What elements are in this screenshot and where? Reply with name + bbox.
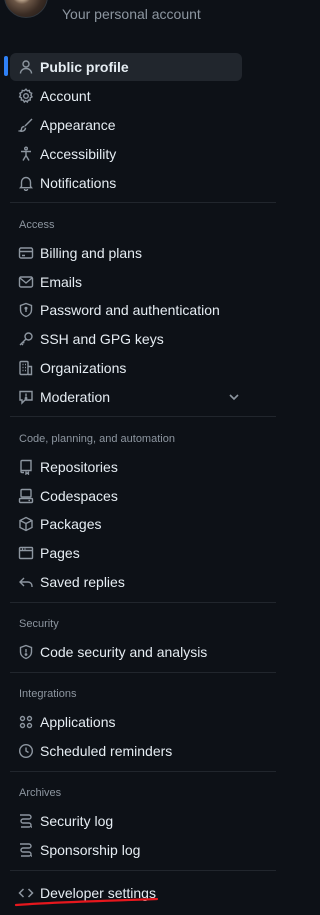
account-subtitle: Your personal account — [62, 6, 201, 22]
nav-label: Password and authentication — [40, 302, 220, 318]
nav-notifications[interactable]: Notifications — [10, 169, 242, 197]
report-icon — [18, 389, 34, 405]
nav-label: Scheduled reminders — [40, 743, 173, 759]
nav-label: Billing and plans — [40, 245, 142, 261]
nav-label: Appearance — [40, 117, 116, 133]
nav-password-auth[interactable]: Password and authentication — [10, 296, 242, 324]
organization-icon — [18, 360, 34, 376]
nav-label: Moderation — [40, 389, 111, 405]
reply-icon — [18, 574, 34, 590]
nav-code-security[interactable]: Code security and analysis — [10, 638, 242, 666]
nav-label: Emails — [40, 274, 83, 290]
nav-organizations[interactable]: Organizations — [10, 354, 242, 382]
section-heading-code: Code, planning, and automation — [19, 433, 175, 445]
clock-icon — [18, 743, 34, 759]
nav-saved-replies[interactable]: Saved replies — [10, 568, 242, 596]
nav-scheduled-reminders[interactable]: Scheduled reminders — [10, 737, 242, 765]
nav-label: Packages — [40, 516, 102, 532]
repo-icon — [18, 459, 34, 475]
nav-label: Organizations — [40, 360, 127, 376]
nav-codespaces[interactable]: Codespaces — [10, 482, 242, 510]
nav-pages[interactable]: Pages — [10, 539, 242, 567]
nav-label: Security log — [40, 813, 114, 829]
paintbrush-icon — [18, 117, 34, 133]
section-heading-integrations: Integrations — [19, 688, 77, 700]
red-underline-annotation — [14, 898, 159, 907]
nav-label: Codespaces — [40, 488, 118, 504]
nav-label: Code security and analysis — [40, 644, 208, 660]
nav-account[interactable]: Account — [10, 82, 242, 110]
package-icon — [18, 516, 34, 532]
gear-icon — [18, 88, 34, 104]
nav-emails[interactable]: Emails — [10, 268, 242, 296]
person-icon — [18, 59, 34, 75]
nav-label: Sponsorship log — [40, 842, 141, 858]
log-icon — [18, 842, 34, 858]
nav-label: Applications — [40, 714, 116, 730]
log-icon — [18, 813, 34, 829]
shield-lock-icon — [18, 302, 34, 318]
nav-label: Notifications — [40, 175, 117, 191]
key-icon — [18, 331, 34, 347]
nav-billing[interactable]: Billing and plans — [10, 239, 242, 267]
section-heading-security: Security — [19, 618, 59, 630]
mail-icon — [18, 274, 34, 290]
codespaces-icon — [18, 488, 34, 504]
accessibility-icon — [18, 146, 34, 162]
avatar[interactable] — [4, 0, 48, 18]
divider — [10, 672, 276, 673]
bell-icon — [18, 175, 34, 191]
nav-label: Accessibility — [40, 146, 117, 162]
nav-label: Pages — [40, 545, 80, 561]
divider — [10, 602, 276, 603]
nav-appearance[interactable]: Appearance — [10, 111, 242, 139]
nav-security-log[interactable]: Security log — [10, 807, 242, 835]
nav-label: Account — [40, 88, 91, 104]
nav-ssh-gpg[interactable]: SSH and GPG keys — [10, 325, 242, 353]
section-heading-access: Access — [19, 219, 55, 231]
nav-label: Public profile — [40, 59, 129, 75]
divider — [10, 416, 276, 417]
nav-accessibility[interactable]: Accessibility — [10, 140, 242, 168]
nav-applications[interactable]: Applications — [10, 708, 242, 736]
apps-icon — [18, 714, 34, 730]
nav-packages[interactable]: Packages — [10, 510, 242, 538]
divider — [10, 870, 276, 871]
section-heading-archives: Archives — [19, 787, 62, 799]
chevron-down-icon[interactable] — [226, 389, 242, 405]
nav-sponsorship-log[interactable]: Sponsorship log — [10, 836, 242, 864]
nav-label: Saved replies — [40, 574, 125, 590]
active-indicator — [4, 56, 8, 76]
nav-repositories[interactable]: Repositories — [10, 453, 242, 481]
account-header: Your personal account — [0, 0, 268, 36]
nav-label: SSH and GPG keys — [40, 331, 164, 347]
shield-check-icon — [18, 644, 34, 660]
divider — [10, 202, 276, 203]
nav-label: Repositories — [40, 459, 118, 475]
browser-icon — [18, 545, 34, 561]
divider — [10, 771, 276, 772]
nav-moderation[interactable]: Moderation — [10, 383, 242, 411]
nav-public-profile[interactable]: Public profile — [10, 53, 242, 81]
credit-card-icon — [18, 245, 34, 261]
